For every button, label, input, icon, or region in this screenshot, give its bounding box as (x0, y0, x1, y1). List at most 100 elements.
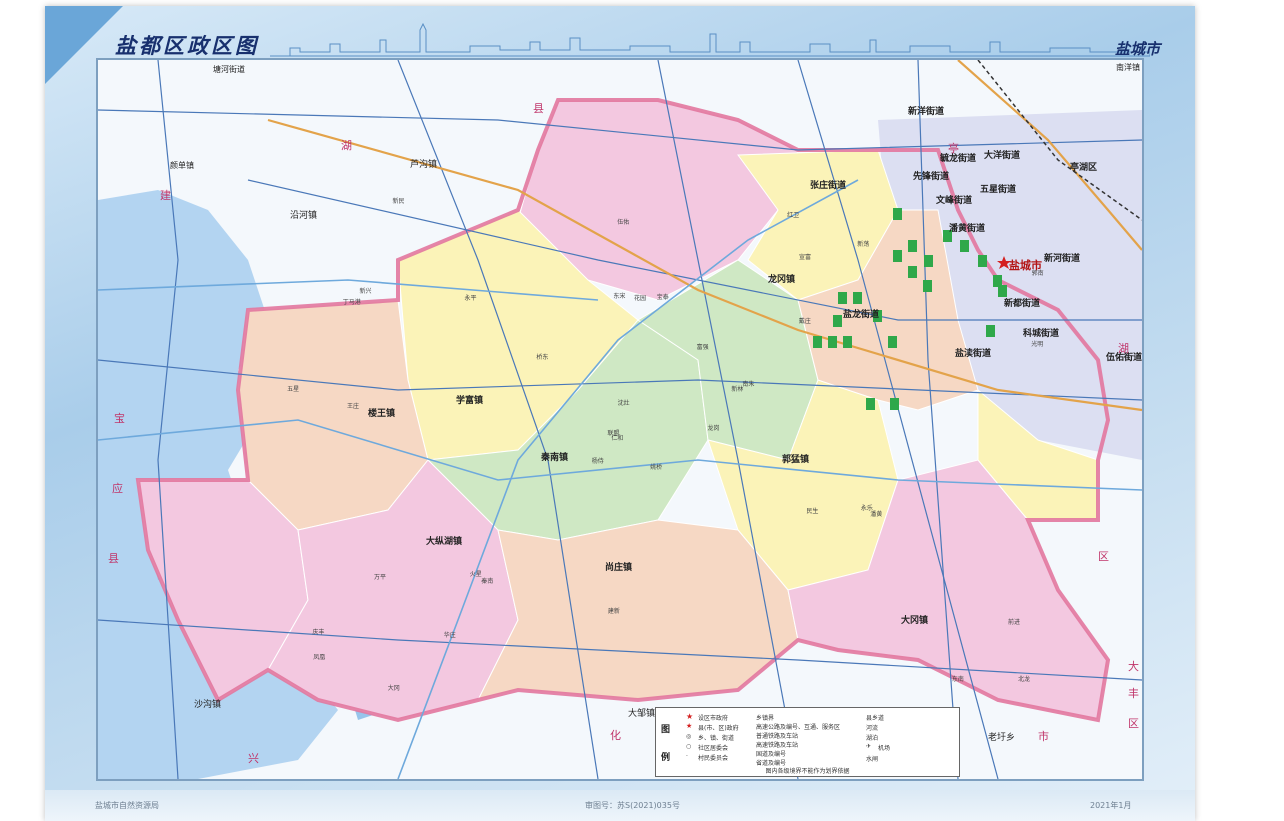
legend-item: 乡镇界 (756, 715, 775, 722)
town-label-xinyang: 新洋街道 (908, 107, 945, 117)
village-label: 联盟 (607, 429, 620, 437)
town-label-shagou: 沙沟镇 (194, 700, 222, 710)
airport-icon: ✈ (866, 743, 872, 750)
legend-item: 湖泊 (866, 735, 879, 742)
town-label-pannhuang: 潘黄街道 (949, 224, 986, 234)
village-label: 南朱 (742, 380, 755, 388)
town-label-nanyang: 南洋镇 (1116, 63, 1140, 72)
village-label: 郭南 (1031, 270, 1044, 278)
town-label-shangzhuang: 尚庄镇 (605, 563, 633, 573)
footer-left: 盐城市自然资源局 (95, 801, 159, 810)
village-label: 丁马港 (342, 298, 361, 306)
legend-item: 国道及编号 (756, 751, 787, 758)
village-label: 戴庄 (798, 318, 811, 326)
village-label: 大冈 (387, 684, 400, 692)
village-label: 宝泰 (656, 294, 669, 302)
village-label: 前进 (1008, 619, 1021, 627)
village-label: 桥东 (536, 354, 549, 362)
village-label: 新荡 (857, 240, 870, 248)
legend-item: 水闸 (866, 756, 879, 763)
village-label: 万平 (373, 573, 386, 581)
map-header: 盐都区政区图 盐城市 (100, 16, 1180, 58)
town-label-longgang: 龙冈镇 (768, 275, 796, 285)
town-label-laoyu: 老圩乡 (988, 733, 1016, 743)
town-label-wenfeng: 文峰街道 (936, 196, 973, 206)
region-char: 县 (108, 552, 119, 565)
town-label-xuefu: 学富镇 (456, 396, 484, 406)
town-label-kecheng: 科城街道 (1023, 329, 1060, 339)
town-label-dazonghu: 大纵湖镇 (426, 537, 463, 547)
legend-heading: 例 (661, 753, 671, 763)
legend-item: 县乡道 (866, 715, 885, 722)
region-char: 县 (533, 102, 544, 115)
star-icon: ★ (686, 722, 693, 730)
town-label-qinnan: 秦南镇 (541, 453, 569, 463)
village-label: 宣富 (799, 254, 812, 262)
village-label: 永乐 (860, 504, 873, 512)
village-label: 新民 (392, 198, 405, 206)
town-label-wuxing: 五星街道 (980, 185, 1017, 195)
region-char: 亭 (948, 142, 959, 155)
legend-heading: 图 (661, 725, 671, 735)
map-legend: 图 例 ★ 设区市政府 ★ 县(市、区)政府 ◎ 乡、镇、街道 ○ 社区居委会 … (655, 707, 960, 777)
town-label-luhe: 芦沟镇 (410, 160, 438, 170)
town-label-guomeng: 郭猛镇 (782, 455, 810, 465)
legend-item: 村民委员会 (698, 755, 729, 762)
village-label: 华庄 (443, 631, 456, 639)
legend-item: 设区市政府 (698, 715, 729, 722)
village-label: 伍佑 (617, 218, 630, 226)
legend-item: 县(市、区)政府 (698, 725, 739, 732)
star-icon: ★ (686, 712, 694, 721)
region-char: 丰 (1128, 687, 1139, 700)
village-label: 凤凰 (313, 653, 326, 661)
town-label-dazou: 大邹镇 (628, 709, 656, 719)
circle-icon: ◎ (686, 733, 692, 740)
skyline-decoration (270, 22, 1150, 57)
circle-icon: ○ (686, 743, 692, 750)
village-label: 东南 (951, 675, 964, 683)
town-label-louwang: 楼王镇 (368, 409, 396, 419)
village-label: 光明 (1031, 340, 1044, 348)
region-char: 湖 (1118, 342, 1129, 355)
village-label: 花园 (633, 294, 646, 302)
district-label-tinghu: 亭湖区 (1070, 163, 1098, 173)
region-char: 湖 (341, 139, 352, 152)
footer-strip: 盐城市自然资源局 审图号：苏S(2021)035号 2021年1月 (45, 790, 1195, 821)
village-label: 火星 (469, 570, 482, 578)
region-char: 建 (160, 189, 171, 202)
map-frame: 楼王镇 学富镇 秦南镇 郭猛镇 大纵湖镇 尚庄镇 大冈镇 龙冈镇 盐龙街道 盐渎… (96, 58, 1144, 781)
village-label: 红卫 (787, 211, 800, 219)
dot-icon: · (686, 753, 688, 760)
legend-item: 高速公路及编号、互通、服务区 (756, 724, 841, 731)
legend-item: 机场 (878, 745, 891, 752)
town-label-xinxian: 先锋街道 (913, 172, 950, 182)
town-label-xindu: 新都街道 (1004, 299, 1041, 309)
region-char: 兴 (248, 752, 259, 765)
village-label: 民生 (806, 508, 819, 516)
region-char: 应 (112, 482, 123, 495)
village-label: 五星 (287, 386, 300, 394)
town-label-dagang: 大冈镇 (901, 616, 929, 626)
footer-center: 审图号：苏S(2021)035号 (585, 801, 680, 810)
city-title: 盐城市 (1114, 40, 1160, 58)
village-label: 新兴 (359, 288, 372, 296)
map-canvas (98, 60, 1142, 779)
village-label: 北龙 (1018, 676, 1031, 684)
region-char: 区 (1128, 717, 1139, 730)
town-label-yanhe: 沿河镇 (290, 211, 318, 221)
legend-item: 普通铁路及车站 (756, 733, 799, 740)
town-label-yandu: 盐渎街道 (955, 349, 992, 359)
legend-item: 社区居委会 (698, 745, 729, 752)
legend-item: 河流 (866, 725, 879, 732)
village-label: 永平 (464, 295, 477, 303)
legend-note: 图内各级境界不能作为划界依据 (765, 768, 850, 775)
village-label: 王庄 (347, 402, 360, 410)
town-label-zhangzhuang: 张庄街道 (810, 181, 847, 191)
region-char: 化 (610, 729, 621, 742)
town-label-xinhe: 新河街道 (1044, 254, 1081, 264)
village-label: 秦南 (481, 578, 494, 586)
map-title: 盐都区政区图 (115, 33, 259, 58)
village-label: 东宋 (613, 292, 626, 300)
village-label: 建新 (607, 607, 620, 615)
town-label-dayang: 大洋街道 (984, 151, 1021, 161)
